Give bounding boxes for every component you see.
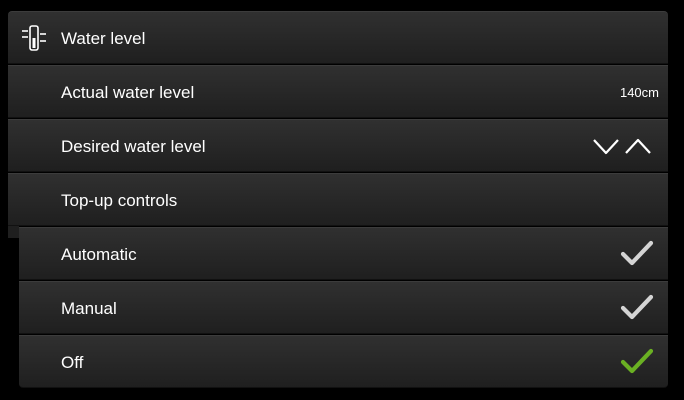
water-level-gauge-icon xyxy=(22,25,46,51)
option-label: Manual xyxy=(61,299,117,318)
topup-option-off[interactable]: Off xyxy=(19,335,668,388)
topup-controls-row[interactable]: Top-up controls xyxy=(8,173,668,226)
topup-option-manual[interactable]: Manual xyxy=(19,281,668,334)
submenu-tab-notch xyxy=(8,226,19,238)
option-label: Off xyxy=(61,353,84,372)
chevron-up-icon[interactable] xyxy=(624,133,652,160)
check-icon[interactable] xyxy=(620,239,654,269)
check-icon[interactable] xyxy=(620,293,654,323)
actual-water-level-value: 140cm xyxy=(619,85,659,100)
desired-water-level-label: Desired water level xyxy=(61,137,206,156)
panel-header: Water level xyxy=(8,11,668,64)
topup-controls-label: Top-up controls xyxy=(61,191,178,210)
check-selected-icon[interactable] xyxy=(620,347,654,377)
topup-option-automatic[interactable]: Automatic xyxy=(19,227,668,280)
desired-level-stepper xyxy=(592,133,652,160)
actual-water-level-row: Actual water level 140cm xyxy=(8,65,668,118)
option-label: Automatic xyxy=(61,245,137,264)
desired-water-level-row: Desired water level xyxy=(8,119,668,172)
chevron-down-icon[interactable] xyxy=(592,133,620,160)
actual-water-level-label: Actual water level xyxy=(61,83,195,102)
water-level-panel: Water level Actual water level 140cm Des… xyxy=(8,11,668,388)
panel-title: Water level xyxy=(61,29,146,48)
